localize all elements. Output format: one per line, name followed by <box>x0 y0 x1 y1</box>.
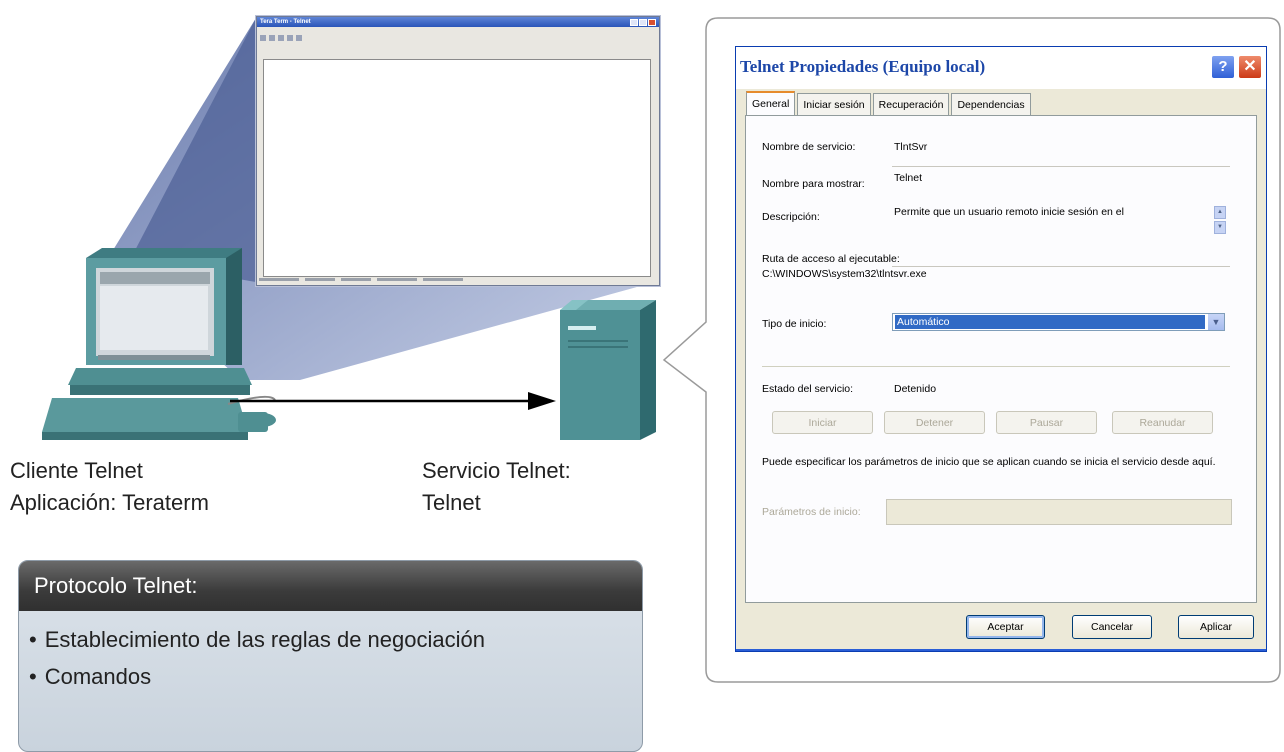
startup-type-label: Tipo de inicio: <box>762 318 827 330</box>
start-params-input[interactable] <box>886 499 1232 525</box>
question-icon[interactable]: ? <box>1211 55 1235 79</box>
exe-path-value: C:\WINDOWS\system32\tlntsvr.exe <box>762 268 927 280</box>
stop-service-button[interactable]: Detener <box>884 411 985 434</box>
tab-general[interactable]: General <box>746 91 796 117</box>
tab-recuperacion[interactable]: Recuperación <box>872 93 950 116</box>
startup-type-select[interactable]: Automático ▼ <box>892 313 1225 331</box>
telnet-properties-dialog: Telnet Propiedades (Equipo local) ? ✕ Ge… <box>735 46 1267 652</box>
ok-button[interactable]: Aceptar <box>966 615 1045 639</box>
apply-button[interactable]: Aplicar <box>1178 615 1254 639</box>
display-name-label: Nombre para mostrar: <box>762 178 865 190</box>
tab-dependencias[interactable]: Dependencias <box>951 93 1031 116</box>
dialog-bottom-edge <box>736 649 1266 651</box>
display-name-border <box>892 166 1230 167</box>
scroll-up-icon[interactable]: ▲ <box>1214 206 1226 219</box>
start-service-button[interactable]: Iniciar <box>772 411 873 434</box>
resume-service-button[interactable]: Reanudar <box>1112 411 1213 434</box>
service-status-value: Detenido <box>894 383 937 395</box>
exe-path-divider <box>892 266 1230 267</box>
display-name-field[interactable]: Telnet <box>894 172 922 184</box>
cancel-button[interactable]: Cancelar <box>1072 615 1152 639</box>
description-scroll[interactable]: ▲ ▼ <box>1214 206 1226 234</box>
service-name-label: Nombre de servicio: <box>762 141 856 153</box>
description-label: Descripción: <box>762 211 820 223</box>
dialog-titlebar: Telnet Propiedades (Equipo local) ? ✕ <box>736 47 1266 89</box>
close-icon[interactable]: ✕ <box>1238 55 1262 79</box>
dialog-title: Telnet Propiedades (Equipo local) <box>740 57 986 76</box>
pause-service-button[interactable]: Pausar <box>996 411 1097 434</box>
service-name-value: TlntSvr <box>894 141 928 153</box>
tab-iniciar-sesion[interactable]: Iniciar sesión <box>797 93 871 116</box>
exe-path-label: Ruta de acceso al ejecutable: <box>762 253 900 265</box>
chevron-down-icon[interactable]: ▼ <box>1208 314 1224 330</box>
start-params-help: Puede especificar los parámetros de inic… <box>762 456 1216 468</box>
start-params-label: Parámetros de inicio: <box>762 506 861 518</box>
description-field[interactable]: Permite que un usuario remoto inicie ses… <box>894 206 1220 234</box>
general-panel: Nombre de servicio: TlntSvr Nombre para … <box>745 115 1257 603</box>
section-divider <box>762 366 1230 367</box>
startup-type-value: Automático <box>895 315 1205 329</box>
service-status-label: Estado del servicio: <box>762 383 854 395</box>
scroll-down-icon[interactable]: ▼ <box>1214 221 1226 234</box>
